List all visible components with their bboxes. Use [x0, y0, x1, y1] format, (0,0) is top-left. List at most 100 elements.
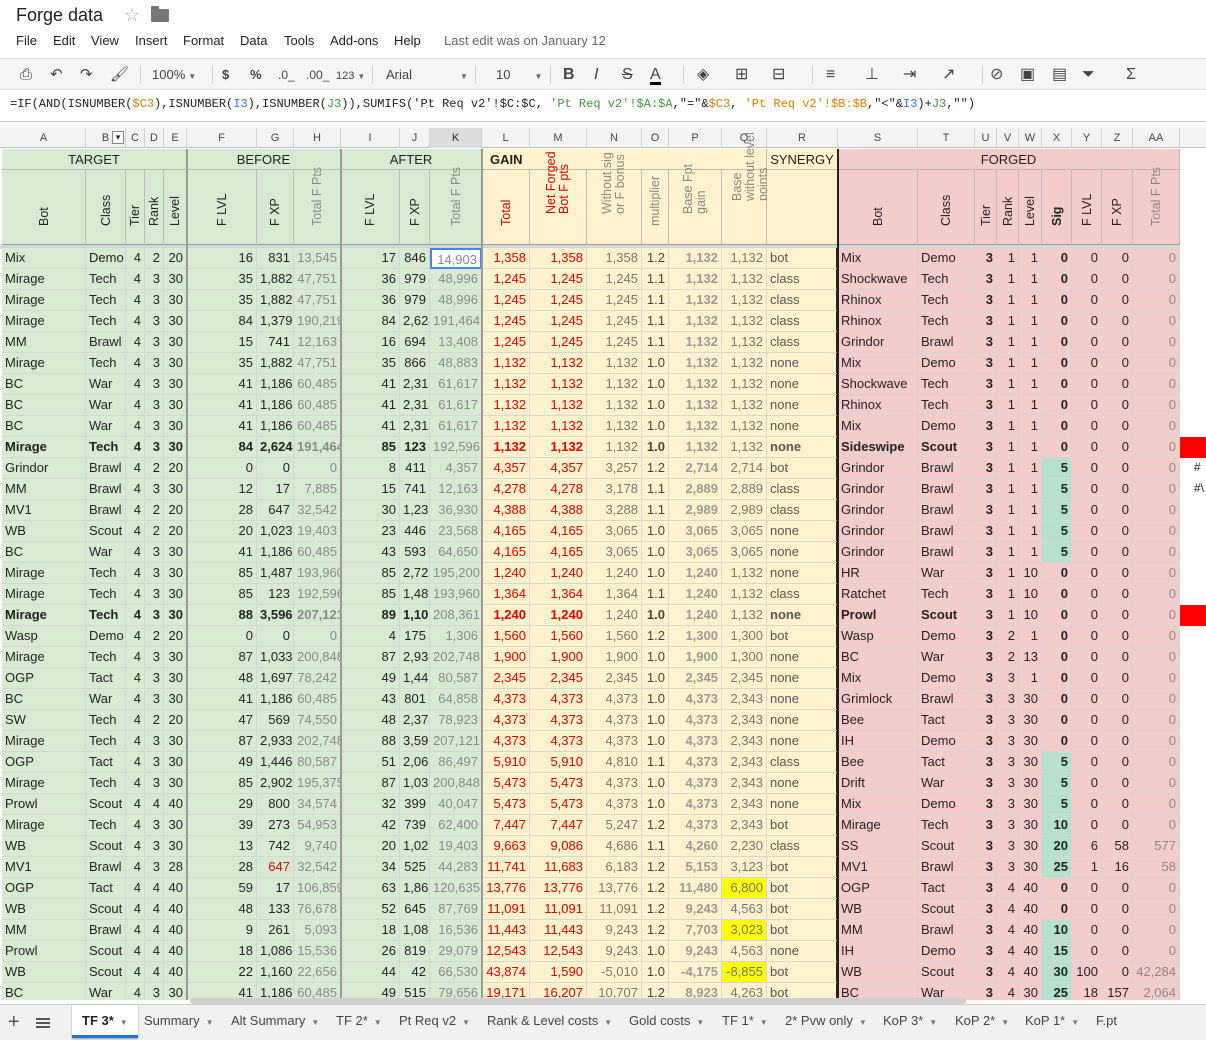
- sheet-tab-tf-1-[interactable]: TF 1* ▼: [712, 1005, 778, 1038]
- cell-Z[interactable]: 0: [1102, 710, 1133, 731]
- cell-I[interactable]: 48: [341, 710, 400, 731]
- cell-R[interactable]: class: [767, 836, 838, 857]
- column-header-G[interactable]: G: [257, 128, 294, 148]
- cell-J[interactable]: 1,023: [400, 836, 430, 857]
- cell-I[interactable]: 63: [341, 878, 400, 899]
- cell-G[interactable]: 1,023: [257, 521, 294, 542]
- cell-V[interactable]: 1: [997, 563, 1019, 584]
- cell-U[interactable]: 3: [975, 899, 997, 920]
- cell-W[interactable]: 1: [1019, 668, 1042, 689]
- cell-T[interactable]: Demo: [918, 626, 975, 647]
- cell-O[interactable]: 1.0: [642, 941, 669, 962]
- cell-Q[interactable]: 1,132: [722, 416, 767, 437]
- cell-J[interactable]: 593: [400, 542, 430, 563]
- cell-F[interactable]: 29: [187, 794, 257, 815]
- cell-P[interactable]: 1,132: [669, 395, 722, 416]
- menu-addons[interactable]: Add-ons: [330, 33, 378, 48]
- cell-J[interactable]: 979: [400, 269, 430, 290]
- column-header-Z[interactable]: Z: [1102, 128, 1133, 148]
- cell-S[interactable]: Grindor: [838, 500, 918, 521]
- cell-X[interactable]: 0: [1042, 290, 1072, 311]
- cell-L[interactable]: 1,364: [482, 584, 530, 605]
- cell-Y[interactable]: 0: [1072, 710, 1102, 731]
- cell-B[interactable]: War: [86, 395, 126, 416]
- cell-G[interactable]: 1,446: [257, 752, 294, 773]
- cell-P[interactable]: 1,132: [669, 332, 722, 353]
- cell-V[interactable]: 3: [997, 731, 1019, 752]
- menu-tools[interactable]: Tools: [284, 33, 314, 48]
- cell-J[interactable]: 525: [400, 857, 430, 878]
- cell-Q[interactable]: 2,714: [722, 458, 767, 479]
- cell-V[interactable]: 4: [997, 941, 1019, 962]
- cell-P[interactable]: 11,480: [669, 878, 722, 899]
- cell-Y[interactable]: 0: [1072, 290, 1102, 311]
- cell-R[interactable]: none: [767, 563, 838, 584]
- cell-V[interactable]: 1: [997, 437, 1019, 458]
- cell-F[interactable]: 35: [187, 353, 257, 374]
- cell-S[interactable]: Grindor: [838, 458, 918, 479]
- cell-C[interactable]: 4: [126, 752, 145, 773]
- cell-R[interactable]: bot: [767, 248, 838, 269]
- cell-H[interactable]: 74,550: [294, 710, 341, 731]
- cell-K[interactable]: 62,400: [430, 815, 482, 836]
- cell-E[interactable]: 30: [164, 374, 187, 395]
- cell-W[interactable]: 40: [1019, 878, 1042, 899]
- cell-T[interactable]: Tech: [918, 290, 975, 311]
- cell-Q[interactable]: 2,343: [722, 815, 767, 836]
- cell-L[interactable]: 1,132: [482, 416, 530, 437]
- cell-Z[interactable]: 0: [1102, 899, 1133, 920]
- cell-Y[interactable]: 0: [1072, 752, 1102, 773]
- cell-H[interactable]: 76,678: [294, 899, 341, 920]
- cell-C[interactable]: 4: [126, 269, 145, 290]
- cell-AA[interactable]: 0: [1133, 878, 1180, 899]
- cell-W[interactable]: 1: [1019, 521, 1042, 542]
- cell-F[interactable]: 28: [187, 857, 257, 878]
- cell-A[interactable]: OGP: [2, 668, 86, 689]
- cell-D[interactable]: 3: [145, 689, 164, 710]
- cell-B[interactable]: Brawl: [86, 458, 126, 479]
- cell-AA[interactable]: 0: [1133, 920, 1180, 941]
- text-wrap-icon[interactable]: ⇥: [903, 67, 916, 85]
- insert-chart-icon[interactable]: ▤: [1052, 67, 1067, 85]
- cell-AA[interactable]: 0: [1133, 899, 1180, 920]
- cell-S[interactable]: Rhinox: [838, 395, 918, 416]
- cell-A[interactable]: Prowl: [2, 941, 86, 962]
- cell-Q[interactable]: 1,132: [722, 437, 767, 458]
- cell-W[interactable]: 40: [1019, 962, 1042, 983]
- cell-U[interactable]: 3: [975, 857, 997, 878]
- cell-N[interactable]: 9,243: [587, 941, 642, 962]
- cell-P[interactable]: 1,132: [669, 416, 722, 437]
- cell-A[interactable]: Mirage: [2, 269, 86, 290]
- cell-AA[interactable]: 577: [1133, 836, 1180, 857]
- cell-Z[interactable]: 0: [1102, 584, 1133, 605]
- cell-M[interactable]: 9,086: [530, 836, 587, 857]
- cell-J[interactable]: 1,446: [400, 668, 430, 689]
- cell-W[interactable]: 1: [1019, 479, 1042, 500]
- undo-icon[interactable]: ↶: [50, 67, 63, 85]
- cell-S[interactable]: Rhinox: [838, 290, 918, 311]
- cell-AA[interactable]: 0: [1133, 437, 1180, 458]
- cell-G[interactable]: 741: [257, 332, 294, 353]
- cell-J[interactable]: 2,624: [400, 311, 430, 332]
- cell-K[interactable]: 16,536: [430, 920, 482, 941]
- cell-K[interactable]: 61,617: [430, 416, 482, 437]
- cell-J[interactable]: 1,237: [400, 500, 430, 521]
- cell-S[interactable]: SS: [838, 836, 918, 857]
- cell-A[interactable]: Mirage: [2, 437, 86, 458]
- cell-X[interactable]: 5: [1042, 479, 1072, 500]
- cell-K[interactable]: 29,079: [430, 941, 482, 962]
- cell-Q[interactable]: 2,989: [722, 500, 767, 521]
- cell-H[interactable]: 207,121: [294, 605, 341, 626]
- cell-D[interactable]: 3: [145, 416, 164, 437]
- cell-X[interactable]: 0: [1042, 269, 1072, 290]
- cell-X[interactable]: 5: [1042, 542, 1072, 563]
- cell-N[interactable]: 1,132: [587, 374, 642, 395]
- cell-P[interactable]: 9,243: [669, 899, 722, 920]
- cell-N[interactable]: 3,288: [587, 500, 642, 521]
- cell-I[interactable]: 41: [341, 395, 400, 416]
- cell-D[interactable]: 3: [145, 815, 164, 836]
- cell-Z[interactable]: 0: [1102, 542, 1133, 563]
- cell-Z[interactable]: 0: [1102, 437, 1133, 458]
- cell-Z[interactable]: 0: [1102, 332, 1133, 353]
- cell-T[interactable]: Tech: [918, 584, 975, 605]
